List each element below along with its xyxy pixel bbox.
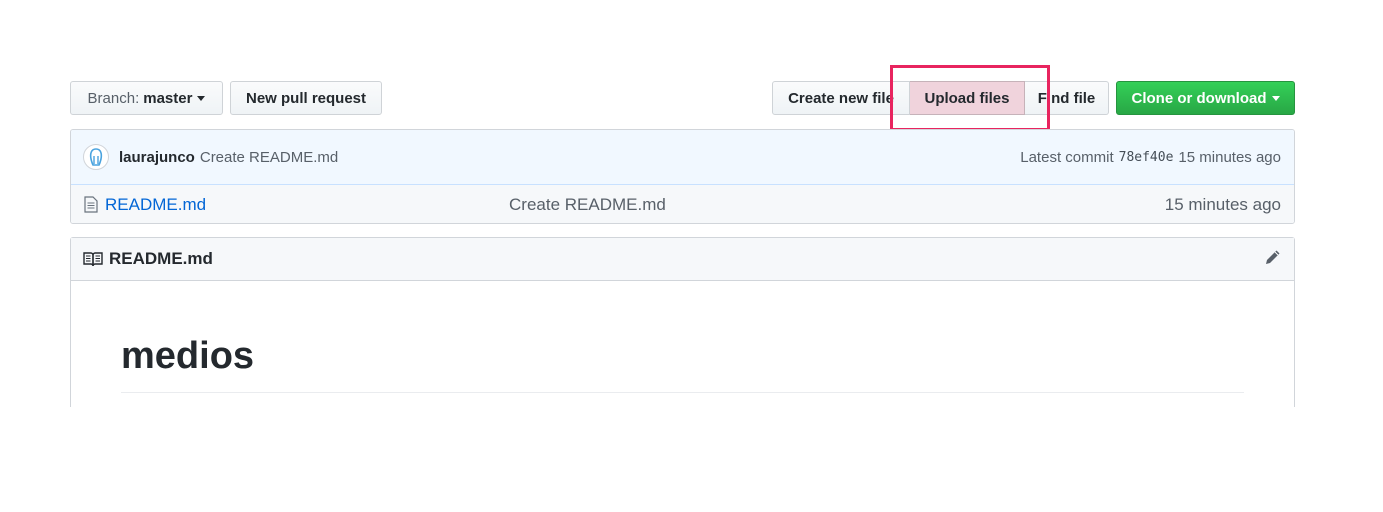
readme-content: medios <box>71 336 1294 393</box>
new-pull-request-button[interactable]: New pull request <box>230 81 382 115</box>
file-commit-message-link[interactable]: Create README.md <box>509 195 666 215</box>
pencil-icon <box>1266 250 1280 264</box>
table-row: README.md Create README.md 15 minutes ag… <box>71 185 1294 223</box>
file-actions-group: Create new file Upload files Find file <box>772 81 1109 115</box>
readme-header: README.md <box>71 238 1294 281</box>
create-new-file-button[interactable]: Create new file <box>772 81 910 115</box>
file-icon <box>84 196 98 213</box>
clone-label: Clone or download <box>1131 89 1267 107</box>
file-name-link[interactable]: README.md <box>105 195 206 215</box>
file-age: 15 minutes ago <box>1164 194 1281 214</box>
file-list: laurajunco Create README.md Latest commi… <box>70 129 1295 224</box>
clone-or-download-button[interactable]: Clone or download <box>1116 81 1295 115</box>
avatar[interactable] <box>83 144 109 170</box>
caret-down-icon <box>1271 95 1280 101</box>
branch-prefix: Branch: <box>87 89 140 107</box>
edit-readme-button[interactable] <box>1264 248 1282 271</box>
readme-title: README.md <box>109 249 213 268</box>
latest-commit-label: Latest commit <box>1020 148 1114 166</box>
upload-files-button[interactable]: Upload files <box>910 81 1025 115</box>
commit-sha-link[interactable]: 78ef40e <box>1119 150 1174 165</box>
readme-panel: README.md medios <box>70 237 1295 407</box>
book-icon <box>83 252 103 267</box>
readme-heading: medios <box>121 336 1244 393</box>
caret-down-icon <box>197 95 206 101</box>
latest-commit-bar: laurajunco Create README.md Latest commi… <box>71 130 1294 185</box>
find-file-button[interactable]: Find file <box>1025 81 1109 115</box>
branch-select-button[interactable]: Branch: master <box>70 81 223 115</box>
user-avatar-icon <box>89 148 103 166</box>
commit-age: 15 minutes ago <box>1178 148 1281 166</box>
commit-author-link[interactable]: laurajunco <box>119 149 195 166</box>
commit-message-link[interactable]: Create README.md <box>200 149 338 166</box>
branch-name: master <box>143 89 193 107</box>
